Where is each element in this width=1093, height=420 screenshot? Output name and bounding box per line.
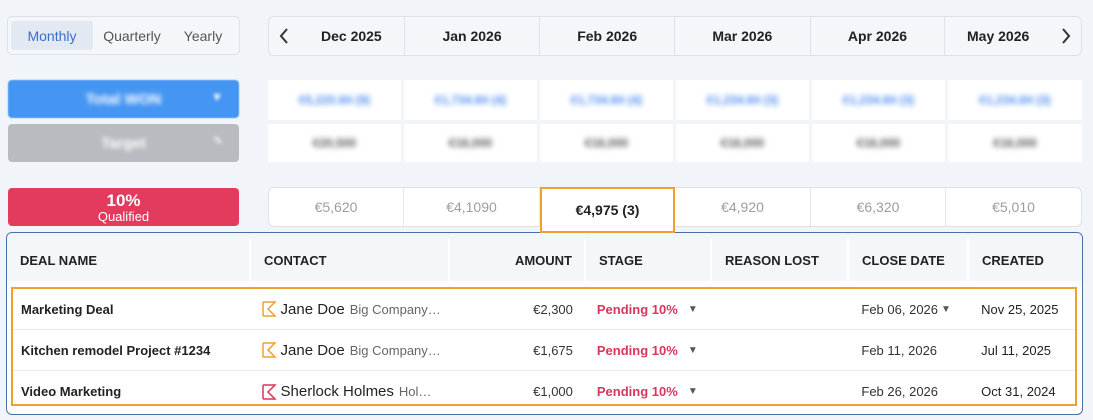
contact-name: Jane Doe <box>280 300 345 318</box>
column-header-stage[interactable]: STAGE <box>586 239 712 281</box>
period-yearly-button[interactable]: Yearly <box>171 21 235 50</box>
won-value-cell: €1,234.84 (3) <box>812 80 945 120</box>
target-value-cell: €16,000 <box>812 124 945 162</box>
target-value-cell: €16,000 <box>948 124 1082 162</box>
month-navigator: Dec 2025 Jan 2026 Feb 2026 Mar 2026 Apr … <box>268 16 1082 56</box>
month-header[interactable]: Dec 2025 <box>299 17 405 55</box>
table-row[interactable]: Marketing Deal Jane Doe Big Company… €2,… <box>13 289 1075 330</box>
close-date-picker[interactable]: Feb 26, 2026 <box>847 384 967 399</box>
target-value-cell: €16,000 <box>404 124 537 162</box>
close-date-picker[interactable]: Feb 11, 2026 <box>847 343 967 358</box>
qualified-value-cell-selected[interactable]: €4,975 (3) <box>540 187 675 233</box>
chevron-right-icon[interactable] <box>1051 17 1081 55</box>
contact-company: Big Company… <box>349 301 441 317</box>
table-header: DEAL NAME CONTACT AMOUNT STAGE REASON LO… <box>7 233 1082 281</box>
contact-company: Hol… <box>398 384 432 399</box>
column-header-created[interactable]: CREATED <box>969 239 1082 281</box>
deal-name[interactable]: Video Marketing <box>13 384 251 399</box>
deal-name[interactable]: Marketing Deal <box>13 302 251 317</box>
close-date: Feb 06, 2026 <box>861 301 939 317</box>
deal-amount: €1,675 <box>533 342 573 358</box>
contact-name: Sherlock Holmes <box>280 383 394 400</box>
won-values-row: €5,220.84 (9) €1,734.84 (4) €1,734.84 (4… <box>268 80 1082 120</box>
flag-icon <box>261 301 277 317</box>
total-won-button[interactable]: Total WON ▼ <box>8 80 239 118</box>
qualified-value-cell[interactable]: €5,620 <box>269 188 404 226</box>
won-value-cell: €1,734.84 (4) <box>404 80 537 120</box>
qualified-values-row: €5,620 €4,1090 €4,975 (3) €4,920 €6,320 … <box>268 187 1082 233</box>
won-value-cell: €1,734.84 (4) <box>540 80 673 120</box>
qualified-percent: 10% <box>106 191 141 210</box>
month-header[interactable]: Mar 2026 <box>675 17 811 55</box>
created-date: Jul 11, 2025 <box>981 342 1052 358</box>
qualified-badge[interactable]: 10% Qualified <box>8 188 239 226</box>
contact-cell[interactable]: Jane Doe Big Company… <box>251 301 450 318</box>
column-header-deal-name[interactable]: DEAL NAME <box>7 239 251 281</box>
selected-rows-highlight: Marketing Deal Jane Doe Big Company… €2,… <box>11 287 1077 406</box>
contact-cell[interactable]: Sherlock Holmes Hol… <box>251 383 450 400</box>
table-row[interactable]: Video Marketing Sherlock Holmes Hol… €1,… <box>13 371 1075 412</box>
caret-down-icon: ▼ <box>941 303 951 315</box>
month-header[interactable]: Feb 2026 <box>540 17 675 55</box>
qualified-value-cell[interactable]: €6,320 <box>811 188 946 226</box>
edit-icon: ✎ <box>212 134 223 148</box>
flag-icon <box>261 383 277 400</box>
stage-label: Pending 10% <box>596 301 678 317</box>
close-date: Feb 26, 2026 <box>861 384 939 399</box>
month-header[interactable]: May 2026 <box>945 17 1051 55</box>
month-header[interactable]: Apr 2026 <box>811 17 946 55</box>
caret-down-icon: ▼ <box>211 90 223 104</box>
caret-down-icon: ▼ <box>687 386 698 397</box>
table-row[interactable]: Kitchen remodel Project #1234 Jane Doe B… <box>13 330 1075 371</box>
deals-table: DEAL NAME CONTACT AMOUNT STAGE REASON LO… <box>6 232 1083 415</box>
stage-dropdown[interactable]: Pending 10% ▼ <box>585 343 711 358</box>
column-header-close-date[interactable]: CLOSE DATE <box>849 239 969 281</box>
target-label: Target <box>101 134 146 152</box>
qualified-label: Qualified <box>97 209 150 224</box>
close-date-picker[interactable]: Feb 06, 2026 ▼ <box>847 302 967 317</box>
column-header-contact[interactable]: CONTACT <box>251 239 450 281</box>
deal-amount: €2,300 <box>533 301 573 317</box>
qualified-value-cell[interactable]: €4,1090 <box>404 188 540 226</box>
won-value-cell: €1,234.84 (3) <box>676 80 809 120</box>
created-date: Oct 31, 2024 <box>981 384 1056 399</box>
column-header-amount[interactable]: AMOUNT <box>450 239 586 281</box>
target-value-cell: €16,000 <box>540 124 673 162</box>
column-header-reason-lost[interactable]: REASON LOST <box>712 239 849 281</box>
stage-dropdown[interactable]: Pending 10% ▼ <box>585 302 711 317</box>
period-quarterly-button[interactable]: Quarterly <box>93 21 171 50</box>
total-won-label: Total WON <box>85 90 162 108</box>
won-value-cell: €1,234.84 (3) <box>948 80 1082 120</box>
flag-icon <box>261 342 277 358</box>
stage-label: Pending 10% <box>596 342 678 358</box>
stage-label: Pending 10% <box>596 384 678 399</box>
period-monthly-button[interactable]: Monthly <box>11 21 93 50</box>
target-value-cell: €16,000 <box>676 124 809 162</box>
target-values-row: €20,500 €16,000 €16,000 €16,000 €16,000 … <box>268 124 1082 162</box>
qualified-value-cell[interactable]: €5,010 <box>946 188 1081 226</box>
target-button[interactable]: Target ✎ <box>8 124 239 162</box>
close-date: Feb 11, 2026 <box>861 342 938 358</box>
won-value-cell: €5,220.84 (9) <box>268 80 401 120</box>
contact-company: Big Company… <box>349 342 441 358</box>
created-date: Nov 25, 2025 <box>981 301 1059 317</box>
deal-amount: €1,000 <box>533 384 573 399</box>
qualified-value-cell[interactable]: €4,920 <box>675 188 811 226</box>
stage-dropdown[interactable]: Pending 10% ▼ <box>585 384 711 399</box>
caret-down-icon: ▼ <box>687 303 698 315</box>
contact-name: Jane Doe <box>280 341 345 359</box>
target-value-cell: €20,500 <box>268 124 401 162</box>
deal-name[interactable]: Kitchen remodel Project #1234 <box>13 343 251 358</box>
period-toggle: Monthly Quarterly Yearly <box>7 16 240 55</box>
caret-down-icon: ▼ <box>687 344 698 356</box>
month-header[interactable]: Jan 2026 <box>405 17 541 55</box>
contact-cell[interactable]: Jane Doe Big Company… <box>251 342 450 359</box>
chevron-left-icon[interactable] <box>269 17 299 55</box>
